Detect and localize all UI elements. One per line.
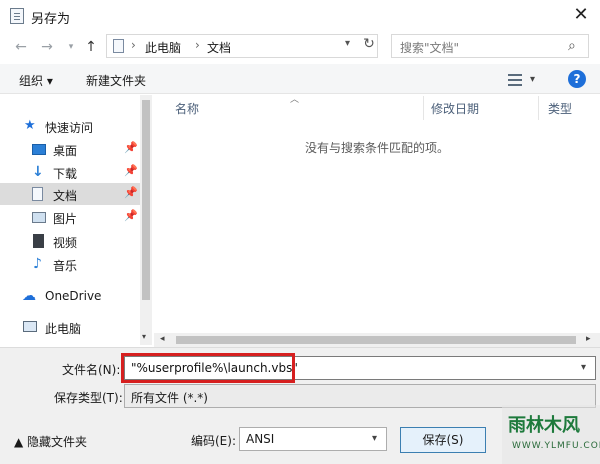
column-header-name[interactable]: 名称: [175, 100, 199, 117]
breadcrumb-this-pc[interactable]: 此电脑: [145, 39, 181, 56]
scroll-left-icon[interactable]: ◂: [160, 334, 165, 344]
breadcrumb-separator: ›: [131, 38, 136, 52]
column-header-type[interactable]: 类型: [548, 100, 572, 117]
nav-item-onedrive[interactable]: ☁ OneDrive: [0, 285, 140, 307]
hide-folders-button[interactable]: ▲ 隐藏文件夹: [14, 433, 87, 450]
watermark-logo-text: 雨林木风: [508, 415, 580, 436]
view-options-icon[interactable]: [508, 74, 522, 86]
watermark: 雨林木风 WWW.YLMFU.COM: [502, 405, 600, 464]
picture-icon: [32, 212, 46, 223]
nav-item-videos[interactable]: 视频: [0, 230, 140, 252]
view-dropdown-icon[interactable]: ▾: [530, 74, 535, 85]
nav-item-documents[interactable]: 文档 📌: [0, 183, 140, 205]
help-icon[interactable]: ?: [568, 70, 586, 88]
encoding-value: ANSI: [246, 432, 275, 446]
cloud-icon: ☁: [22, 288, 36, 304]
nav-item-label: OneDrive: [45, 289, 102, 303]
scroll-down-icon[interactable]: ▾: [142, 332, 146, 341]
document-icon: [113, 39, 124, 53]
music-icon: ♪: [33, 256, 42, 272]
filetype-label: 保存类型(T):: [54, 391, 123, 405]
nav-item-label: 快速访问: [45, 121, 94, 135]
encoding-select[interactable]: ANSI ▾: [239, 427, 387, 451]
video-icon: [33, 234, 44, 248]
column-divider[interactable]: [538, 96, 539, 120]
search-input[interactable]: 搜索"文档" ⌕: [391, 34, 589, 58]
nav-item-downloads[interactable]: ↓ 下载 📌: [0, 161, 140, 183]
nav-item-label: 下载: [53, 167, 78, 181]
sort-ascending-icon: ︿: [290, 95, 300, 105]
save-button[interactable]: 保存(S): [400, 427, 486, 453]
new-folder-button[interactable]: 新建文件夹: [86, 72, 146, 89]
empty-results-message: 没有与搜索条件匹配的项。: [305, 141, 450, 155]
filetype-value: 所有文件 (*.*): [131, 391, 208, 405]
column-header-date-modified[interactable]: 修改日期: [431, 100, 479, 117]
address-dropdown-icon[interactable]: ▾: [345, 38, 350, 49]
pin-icon[interactable]: 📌: [124, 186, 138, 199]
forward-arrow-icon[interactable]: →: [36, 36, 58, 58]
search-icon[interactable]: ⌕: [568, 38, 576, 54]
column-divider[interactable]: [423, 96, 424, 120]
horizontal-scrollbar-thumb[interactable]: [176, 336, 576, 344]
watermark-url: WWW.YLMFU.COM: [512, 441, 600, 451]
breadcrumb-separator: ›: [195, 38, 200, 52]
address-bar[interactable]: › 此电脑 › 文档 ▾ ↻: [106, 34, 378, 58]
nav-item-label: 音乐: [53, 259, 78, 273]
nav-item-this-pc[interactable]: 此电脑: [0, 316, 140, 338]
nav-scrollbar-thumb[interactable]: [142, 100, 150, 300]
nav-item-pictures[interactable]: 图片 📌: [0, 206, 140, 228]
notepad-icon: [10, 8, 24, 24]
computer-icon: [23, 321, 37, 332]
highlight-box: [121, 353, 295, 383]
filename-dropdown-icon[interactable]: ▾: [581, 362, 586, 373]
file-list: [154, 95, 600, 333]
nav-item-label: 图片: [53, 212, 78, 226]
pin-icon[interactable]: 📌: [124, 209, 138, 222]
nav-item-label: 文档: [53, 189, 78, 203]
nav-item-quick-access[interactable]: ★ 快速访问: [0, 115, 140, 137]
nav-item-music[interactable]: ♪ 音乐: [0, 253, 140, 275]
pin-icon[interactable]: 📌: [124, 141, 138, 154]
close-button[interactable]: ✕: [568, 4, 594, 28]
encoding-label: 编码(E):: [191, 434, 236, 448]
nav-item-desktop[interactable]: 桌面 📌: [0, 138, 140, 160]
breadcrumb-documents[interactable]: 文档: [207, 39, 231, 56]
nav-item-label: 此电脑: [45, 322, 82, 336]
star-icon: ★: [24, 118, 36, 133]
nav-item-label: 视频: [53, 236, 78, 250]
download-icon: ↓: [32, 164, 44, 180]
filename-label: 文件名(N):: [62, 363, 121, 377]
navigation-pane: ★ 快速访问 桌面 📌 ↓ 下载 📌 文档 📌 图片 📌 视频 ♪ 音乐 ☁ O…: [0, 95, 152, 345]
title-bar: [0, 0, 600, 32]
up-arrow-icon[interactable]: ↑: [80, 36, 102, 58]
organize-button[interactable]: 组织 ▾: [19, 72, 53, 89]
back-arrow-icon[interactable]: ←: [10, 36, 32, 58]
window-title: 另存为: [31, 12, 71, 27]
nav-item-label: 桌面: [53, 144, 78, 158]
desktop-icon: [32, 144, 46, 155]
search-placeholder: 搜索"文档": [400, 41, 460, 55]
scroll-right-icon[interactable]: ▸: [586, 334, 591, 344]
refresh-icon[interactable]: ↻: [361, 36, 377, 56]
recent-locations-icon[interactable]: ▾: [60, 36, 82, 58]
pin-icon[interactable]: 📌: [124, 164, 138, 177]
document-icon: [32, 187, 43, 201]
encoding-dropdown-icon[interactable]: ▾: [372, 433, 377, 444]
